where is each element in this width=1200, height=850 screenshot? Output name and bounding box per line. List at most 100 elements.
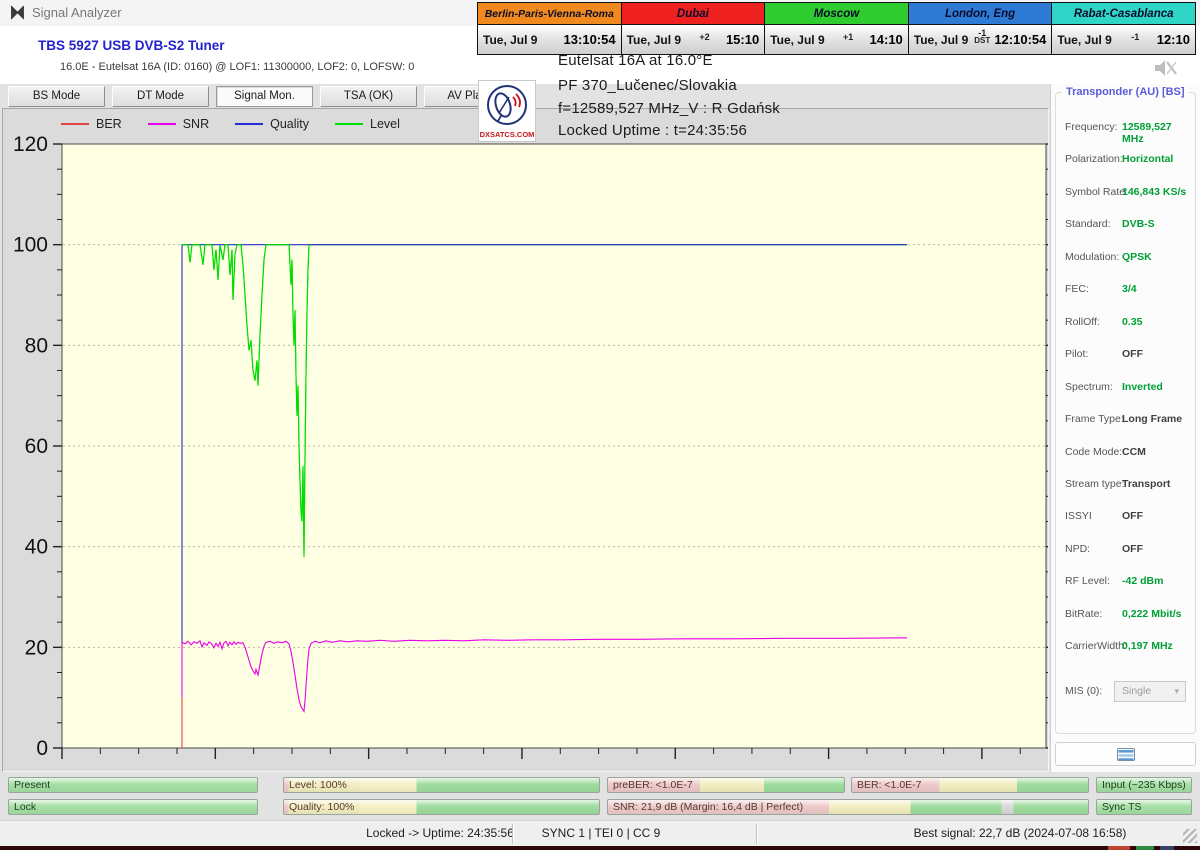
resize-grip-icon[interactable]	[1183, 829, 1197, 843]
transponder-row-label: BitRate:	[1065, 608, 1102, 620]
statusbar-divider	[756, 824, 757, 844]
clock-moscow: MoscowTue, Jul 9+114:10	[765, 3, 909, 54]
transponder-row-value: Inverted	[1122, 381, 1163, 393]
transponder-row-value: CCM	[1122, 446, 1146, 458]
transponder-groupbox: Transponder (AU) [BS] Frequency:12589,52…	[1055, 92, 1196, 734]
tuner-title: TBS 5927 USB DVB-S2 Tuner	[38, 38, 225, 53]
uptime-info-line: Locked Uptime : t=24:35:56	[558, 122, 747, 139]
transponder-row-value: Horizontal	[1122, 153, 1173, 165]
transponder-row-label: Symbol Rate:	[1065, 186, 1128, 198]
mute-icon[interactable]	[1152, 58, 1178, 78]
statusbar-lock-uptime: Locked -> Uptime: 24:35:56	[366, 826, 514, 840]
transponder-sidebar: Transponder (AU) [BS] Frequency:12589,52…	[1050, 84, 1200, 772]
mis-row: MIS (0): Single ▾	[1056, 685, 1195, 707]
signal-chart: 020406080100120	[3, 109, 1048, 771]
transponder-row-polarization: Polarization:Horizontal	[1056, 153, 1195, 167]
clock-time-cell: Tue, Jul 913:10:54	[478, 25, 621, 54]
clock-city-label: Moscow	[765, 3, 908, 25]
transponder-row-value: OFF	[1122, 510, 1143, 522]
transponder-row-value: OFF	[1122, 543, 1143, 555]
legend-line-swatch	[235, 123, 263, 125]
transponder-row-value: 3/4	[1122, 283, 1137, 295]
legend-label: BER	[96, 117, 122, 131]
transponder-row-bitrate: BitRate:0,222 Mbit/s	[1056, 608, 1195, 622]
bar-label: SNR: 21,9 dB (Margin: 16,4 dB | Perfect)	[613, 801, 803, 813]
frequency-info-line: f=12589,527 MHz_V : R Gdańsk	[558, 100, 780, 117]
clock-utc-offset: -1DST	[972, 29, 992, 45]
bar-label: BER: <1.0E-7	[857, 779, 922, 791]
transponder-row-label: Standard:	[1065, 218, 1111, 230]
legend-label: Quality	[270, 117, 309, 131]
signal-chart-panel: BERSNRQualityLevel 020406080100120	[2, 108, 1049, 772]
bar-preber-1-0e-7: preBER: <1.0E-7	[607, 777, 845, 793]
clock-time-value: 12:10:54	[994, 32, 1046, 47]
clock-city-label: Rabat-Casablanca	[1052, 3, 1195, 25]
bar-label: Sync TS	[1102, 801, 1142, 813]
transponder-title: Transponder (AU) [BS]	[1062, 86, 1189, 98]
chevron-down-icon: ▾	[1174, 682, 1179, 701]
clock-time-cell: Tue, Jul 9 -1DST12:10:54	[909, 25, 1052, 54]
legend-line-swatch	[61, 123, 89, 125]
clock-day: Tue, Jul 9	[914, 33, 968, 47]
clock-time-value: 12:10	[1157, 32, 1190, 47]
statusbar-divider	[512, 824, 513, 844]
clock-day: Tue, Jul 9	[483, 33, 537, 47]
transponder-row-label: Pilot:	[1065, 348, 1088, 360]
y-axis-tick-label: 60	[25, 435, 48, 458]
transponder-row-rflevel: RF Level:-42 dBm	[1056, 575, 1195, 589]
bottom-edge-strip	[0, 846, 1200, 850]
table-icon	[1117, 748, 1135, 761]
transponder-row-label: RF Level:	[1065, 575, 1110, 587]
dst-label: DST	[974, 37, 990, 45]
transponder-row-label: Stream type:	[1065, 478, 1125, 490]
bar-input-235-kbps: Input (~235 Kbps)	[1096, 777, 1192, 793]
statusbar-sync-counters: SYNC 1 | TEI 0 | CC 9	[542, 826, 661, 840]
bar-label: Lock	[14, 801, 36, 813]
mode-button-signal-mon-[interactable]: Signal Mon.	[216, 86, 313, 107]
offset-value: +1	[843, 33, 853, 41]
chart-legend: BERSNRQualityLevel	[61, 117, 400, 131]
world-clock-panel: Berlin-Paris-Vienna-RomaTue, Jul 913:10:…	[477, 2, 1196, 55]
y-axis-tick-label: 80	[25, 334, 48, 357]
transponder-row-label: NPD:	[1065, 543, 1090, 555]
mis-dropdown[interactable]: Single ▾	[1114, 681, 1186, 702]
clock-dubai: DubaiTue, Jul 9+215:10	[622, 3, 766, 54]
satellite-dish-icon	[485, 83, 529, 127]
bar-label: Quality: 100%	[289, 801, 354, 813]
clock-utc-offset: -1	[1116, 33, 1155, 41]
table-export-button[interactable]	[1055, 742, 1196, 766]
transponder-row-label: FEC:	[1065, 283, 1089, 295]
mis-value: Single	[1122, 685, 1151, 697]
mode-button-tsa-ok-[interactable]: TSA (OK)	[320, 86, 417, 107]
mode-button-dt-mode[interactable]: DT Mode	[112, 86, 209, 107]
app-bowtie-icon	[10, 5, 25, 20]
bar-label: Present	[14, 779, 50, 791]
transponder-row-label: Frame Type:	[1065, 413, 1124, 425]
legend-item-level: Level	[335, 117, 400, 131]
clock-time-cell: Tue, Jul 9+215:10	[622, 25, 765, 54]
transponder-row-frametype: Frame Type:Long Frame	[1056, 413, 1195, 427]
legend-line-swatch	[148, 123, 176, 125]
y-axis-tick-label: 0	[36, 737, 48, 760]
transponder-row-label: Polarization:	[1065, 153, 1123, 165]
clock-time-cell: Tue, Jul 9+114:10	[765, 25, 908, 54]
bar-quality-100: Quality: 100%	[283, 799, 600, 815]
transponder-row-value: 12589,527 MHz	[1122, 121, 1195, 145]
transponder-row-rolloff: RollOff:0.35	[1056, 316, 1195, 330]
transponder-row-symbolrate: Symbol Rate:146,843 KS/s	[1056, 186, 1195, 200]
transponder-row-npd: NPD: OFF	[1056, 543, 1195, 557]
clock-time-cell: Tue, Jul 9-112:10	[1052, 25, 1195, 54]
statusbar-best-signal: Best signal: 22,7 dB (2024-07-08 16:58)	[914, 826, 1127, 840]
y-axis-tick-label: 40	[25, 536, 48, 559]
transponder-row-label: Modulation:	[1065, 251, 1119, 263]
mode-button-bs-mode[interactable]: BS Mode	[8, 86, 105, 107]
transponder-row-codemode: Code Mode:CCM	[1056, 446, 1195, 460]
transponder-row-value: QPSK	[1122, 251, 1152, 263]
transponder-row-label: RollOff:	[1065, 316, 1100, 328]
clock-city-label: Berlin-Paris-Vienna-Roma	[478, 3, 621, 25]
transponder-row-frequency: Frequency:12589,527 MHz	[1056, 121, 1195, 135]
window-title: Signal Analyzer	[32, 5, 122, 20]
bar-present: Present	[8, 777, 258, 793]
bar-label: Input (~235 Kbps)	[1102, 779, 1186, 791]
transponder-row-standard: Standard:DVB-S	[1056, 218, 1195, 232]
